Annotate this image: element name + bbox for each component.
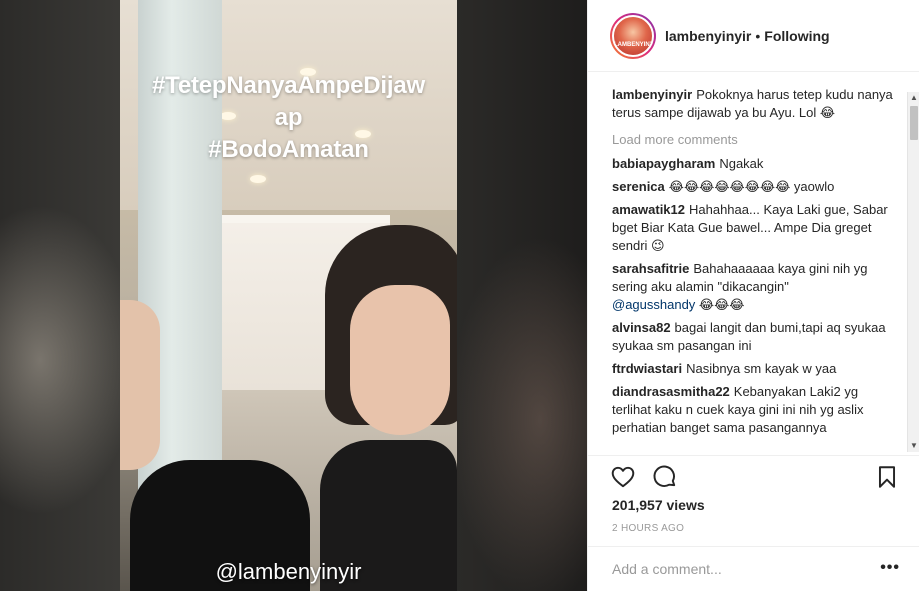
post-side-panel: LAMBENYINYIR lambenyinyir • Following la… [587,0,919,591]
man-face [120,300,160,470]
header-username-link[interactable]: lambenyinyir [665,28,751,44]
list-item: diandrasasmitha22 Kebanyakan Laki2 yg ter… [612,383,899,437]
video-frame[interactable]: #TetepNanyaAmpeDijaw ap #BodoAmatan @lam… [120,0,457,591]
load-more-comments-button[interactable]: Load more comments [612,132,899,147]
comment-username-link[interactable]: amawatik12 [612,202,685,217]
video-watermark: @lambenyinyir [215,559,362,584]
scrollbar-thumb[interactable] [910,106,918,140]
following-button[interactable]: Following [764,28,829,44]
list-item: alvinsa82 bagai langit dan bumi,tapi aq s… [612,319,899,355]
list-item: babiapaygharam Ngakak [612,155,899,173]
comments-scrollbar[interactable]: ▲ ▼ [907,92,919,452]
ceiling-light [250,175,266,183]
add-comment-bar: ••• [588,546,919,591]
caption-username-link[interactable]: lambenyinyir [612,87,692,102]
list-item: sarahsafitrie Bahahaaaaaa kaya gini nih y… [612,260,899,314]
comment-username-link[interactable]: alvinsa82 [612,320,671,335]
comment-bubble-icon[interactable] [652,464,678,490]
post-header: LAMBENYINYIR lambenyinyir • Following [588,0,919,72]
comment-input[interactable] [612,561,852,577]
list-item: ftrdwiastari Nasibnya sm kayak w yaa [612,360,899,378]
comment-username-link[interactable]: serenica [612,179,665,194]
hashtag-text-line3: #BodoAmatan [208,136,369,163]
comment-username-link[interactable]: babiapaygharam [612,156,715,171]
list-item: serenica 😂😂😂😂😂😂😂😂 yaowlo [612,178,899,196]
more-options-icon[interactable]: ••• [880,559,900,577]
comment-text: 😂😂😂😂😂😂😂😂 yaowlo [668,179,835,194]
views-count[interactable]: 201,957 views [612,497,705,513]
heart-icon[interactable] [610,464,636,490]
avatar[interactable]: LAMBENYINYIR [612,14,654,57]
comment-mention-link[interactable]: @agusshandy [612,297,695,312]
scroll-up-arrow-icon[interactable]: ▲ [909,93,919,103]
list-item: amawatik12 Hahahhaa... Kaya Laki gue, Sab… [612,201,899,255]
comment-username-link[interactable]: ftrdwiastari [612,361,682,376]
header-separator: • [755,27,761,44]
comment-text: Nasibnya sm kayak w yaa [686,361,837,376]
post-media[interactable]: #TetepNanyaAmpeDijaw ap #BodoAmatan @lam… [0,0,587,591]
hashtag-text-line2: ap [274,104,303,131]
comment-username-link[interactable]: sarahsafitrie [612,261,689,276]
post-timestamp[interactable]: 2 HOURS AGO [612,523,684,534]
comment-emoji-suffix: 😂😂😂 [695,297,745,312]
comment-text: Ngakak [719,156,764,171]
post-actions-bar [588,455,919,495]
comments-list[interactable]: lambenyinyir Pokoknya harus tetep kudu na… [588,72,919,452]
avatar-logo-text: LAMBENYINYIR [614,41,654,48]
scroll-down-arrow-icon[interactable]: ▼ [909,441,919,451]
bookmark-icon[interactable] [874,464,900,490]
story-ring[interactable]: LAMBENYINYIR [610,12,656,59]
caption: lambenyinyir Pokoknya harus tetep kudu na… [612,86,899,122]
hashtag-text-line1: #TetepNanyaAmpeDijaw [152,72,425,99]
comment-username-link[interactable]: diandrasasmitha22 [612,384,730,399]
woman-face [350,285,450,435]
